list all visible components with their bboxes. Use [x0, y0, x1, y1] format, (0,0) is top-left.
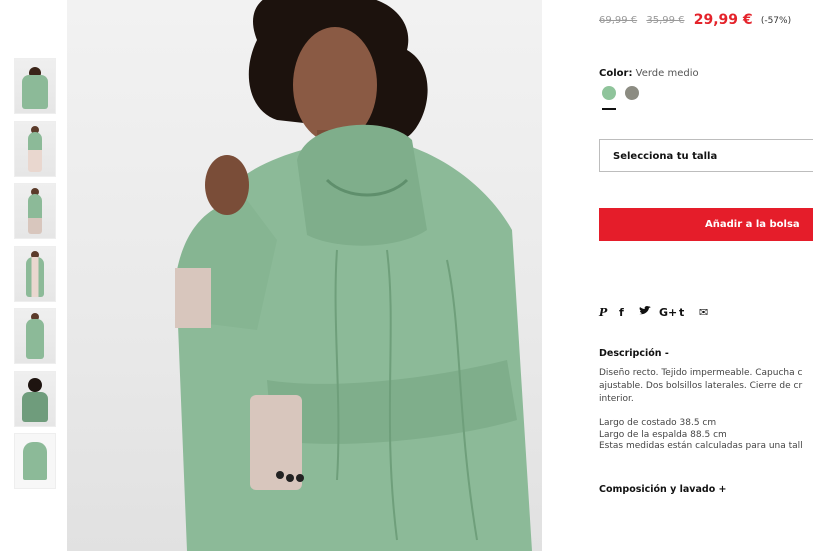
thumbnail-6[interactable] [14, 371, 56, 427]
tumblr-icon[interactable]: t [679, 306, 699, 319]
price-block: 69,99 € 35,99 € 29,99 € (-57%) [599, 12, 791, 28]
description-line: ajustable. Dos bolsillos laterales. Cier… [599, 381, 803, 391]
size-select[interactable]: Selecciona tu talla [599, 139, 813, 172]
size-select-placeholder: Selecciona tu talla [613, 151, 718, 162]
add-to-bag-button[interactable]: Añadir a la bolsa [599, 208, 813, 241]
thumbnail-1[interactable] [14, 58, 56, 114]
description-measures: Largo de costado 38.5 cm Largo de la esp… [599, 418, 803, 453]
selected-swatch-indicator [602, 108, 616, 110]
color-label-row: Color: Verde medio [599, 68, 699, 79]
add-to-bag-label: Añadir a la bolsa [705, 219, 800, 230]
measure-line: Largo de la espalda 88.5 cm [599, 429, 727, 440]
color-label: Color: [599, 68, 633, 79]
thumbnail-4[interactable] [14, 246, 56, 302]
model-photo [175, 0, 532, 551]
main-product-image [67, 0, 542, 551]
description-line: Diseño recto. Tejido impermeable. Capuch… [599, 368, 803, 378]
email-icon[interactable]: ✉ [699, 306, 719, 319]
current-price: 29,99 € [693, 12, 753, 28]
description-title[interactable]: Descripción - [599, 348, 669, 359]
twitter-icon[interactable] [639, 306, 659, 319]
description-line: interior. [599, 394, 634, 404]
measure-line: Estas medidas están calculadas para una … [599, 441, 803, 451]
thumbnail-2[interactable] [14, 121, 56, 177]
swatch-verde-medio[interactable] [602, 86, 616, 100]
previous-price: 35,99 € [646, 15, 685, 26]
swatch-gris[interactable] [625, 86, 639, 100]
thumbnail-7[interactable] [14, 433, 56, 489]
original-price: 69,99 € [599, 15, 638, 26]
facebook-icon[interactable]: f [619, 306, 639, 319]
pinterest-icon[interactable]: P [599, 306, 619, 319]
googleplus-icon[interactable]: G+ [659, 306, 679, 319]
composition-toggle[interactable]: Composición y lavado + [599, 484, 727, 495]
thumbnail-3[interactable] [14, 183, 56, 239]
description-body: Diseño recto. Tejido impermeable. Capuch… [599, 367, 813, 406]
product-info-panel: 69,99 € 35,99 € 29,99 € (-57%) Color: Ve… [599, 0, 813, 551]
measure-line: Largo de costado 38.5 cm [599, 418, 717, 428]
social-share-row: P f G+ t ✉ [599, 306, 719, 319]
thumbnail-5[interactable] [14, 308, 56, 364]
discount-badge: (-57%) [760, 16, 792, 26]
color-value: Verde medio [635, 68, 699, 79]
